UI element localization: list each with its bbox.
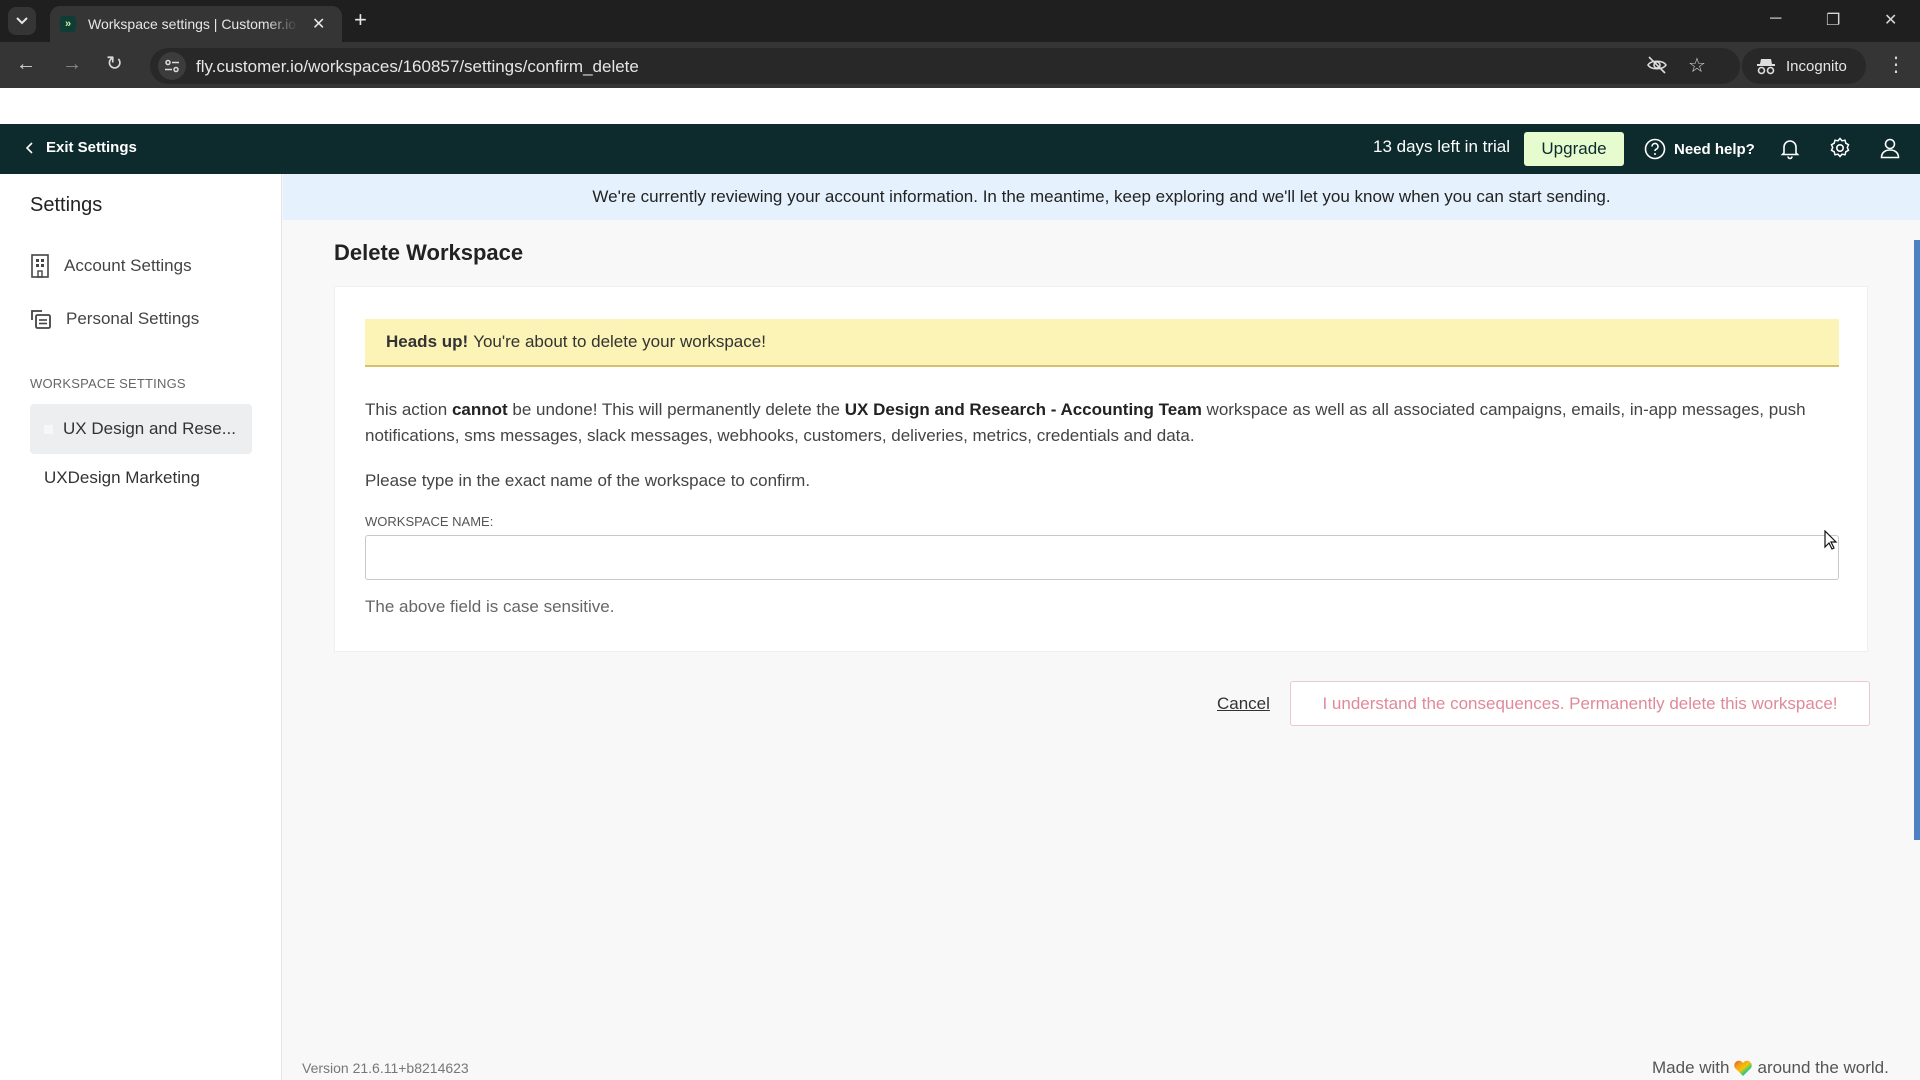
delete-workspace-card: Heads up! You're about to delete your wo…: [334, 286, 1868, 652]
exit-settings-link[interactable]: Exit Settings: [26, 139, 137, 156]
trial-status: 13 days left in trial: [1373, 137, 1511, 156]
made-with-post: around the world.: [1757, 1058, 1889, 1077]
reload-button[interactable]: ↻: [106, 52, 123, 76]
alert-text: You're about to delete your workspace!: [473, 332, 766, 351]
close-tab-icon[interactable]: ✕: [312, 14, 325, 34]
exit-settings-label: Exit Settings: [46, 139, 137, 156]
workspace-name-label: WORKSPACE NAME:: [365, 514, 494, 529]
case-sensitive-hint: The above field is case sensitive.: [365, 597, 615, 616]
banner-text: We're currently reviewing your account i…: [592, 187, 1611, 206]
warning-alert: Heads up! You're about to delete your wo…: [365, 319, 1839, 367]
workspace-settings-heading: WORKSPACE SETTINGS: [30, 376, 186, 391]
scrollbar-thumb[interactable]: [1914, 240, 1920, 840]
cards-icon: [31, 310, 51, 329]
customerio-favicon-icon: »: [60, 16, 76, 32]
upgrade-button[interactable]: Upgrade: [1524, 132, 1624, 166]
sidebar-item-label: Account Settings: [64, 256, 192, 275]
need-help-label: Need help?: [1674, 140, 1755, 158]
confirm-prompt: Please type in the exact name of the wor…: [365, 471, 811, 490]
rainbow-heart-icon: [1734, 1060, 1753, 1076]
user-icon[interactable]: [1878, 136, 1902, 160]
sidebar-title: Settings: [30, 194, 103, 216]
page-title: Delete Workspace: [334, 240, 524, 265]
tune-icon: [165, 59, 179, 73]
url-text[interactable]: fly.customer.io/workspaces/160857/settin…: [196, 57, 639, 77]
page-top-spacer: [0, 88, 1920, 124]
desc-emphasis: cannot: [451, 400, 508, 419]
browser-menu-kebab-icon[interactable]: ⋮: [1886, 52, 1906, 77]
settings-sidebar: Settings Account Settings Personal Setti…: [0, 174, 282, 1080]
cancel-link[interactable]: Cancel: [1217, 694, 1270, 714]
need-help-button[interactable]: Need help?: [1644, 138, 1755, 160]
sidebar-item-account-settings[interactable]: Account Settings: [30, 254, 192, 278]
sidebar-item-label: Personal Settings: [66, 309, 200, 328]
permanently-delete-button[interactable]: I understand the consequences. Permanent…: [1290, 681, 1870, 726]
forward-button[interactable]: →: [62, 52, 82, 76]
site-info-button[interactable]: [158, 52, 186, 80]
desc-text: This action: [365, 400, 452, 419]
browser-tab[interactable]: » Workspace settings | Customer.io ✕: [50, 6, 342, 42]
bookmark-star-icon[interactable]: ☆: [1688, 53, 1706, 78]
restore-icon[interactable]: ❐: [1826, 10, 1840, 30]
question-circle-icon: [1644, 138, 1666, 160]
bell-icon[interactable]: [1778, 136, 1802, 160]
workspace-color-swatch: [44, 424, 53, 434]
chevron-left-icon: [26, 141, 33, 154]
delete-description: This action cannot be undone! This will …: [365, 397, 1839, 449]
workspace-name-input[interactable]: [365, 535, 1839, 580]
browser-tab-bar: » Workspace settings | Customer.io ✕ + ─…: [0, 0, 1920, 42]
desc-text: be undone! This will permanently delete …: [507, 400, 845, 419]
gear-icon[interactable]: [1828, 136, 1852, 160]
version-text: Version 21.6.11+b8214623: [302, 1060, 469, 1076]
sidebar-workspace-item[interactable]: UXDesign Marketing: [44, 468, 200, 488]
address-bar[interactable]: fly.customer.io/workspaces/160857/settin…: [150, 48, 1740, 84]
sidebar-item-personal-settings[interactable]: Personal Settings: [30, 308, 199, 330]
incognito-icon: [1757, 59, 1775, 75]
workspace-name-emphasis: UX Design and Research - Accounting Team: [844, 400, 1202, 419]
tab-search-button[interactable]: [8, 7, 36, 35]
browser-toolbar: ← → ↻ fly.customer.io/workspaces/160857/…: [0, 42, 1920, 88]
chevron-down-icon: [16, 17, 28, 25]
new-tab-button[interactable]: +: [354, 9, 367, 31]
close-window-icon[interactable]: ✕: [1884, 10, 1897, 30]
tab-title: Workspace settings | Customer.io: [88, 16, 297, 32]
alert-strong: Heads up!: [386, 332, 469, 351]
eye-off-icon[interactable]: [1646, 56, 1668, 79]
mouse-cursor-icon: [1824, 530, 1838, 550]
minimize-icon[interactable]: ─: [1770, 10, 1781, 28]
building-icon: [31, 254, 49, 278]
incognito-label: Incognito: [1786, 57, 1847, 75]
back-button[interactable]: ←: [16, 52, 36, 76]
made-with-pre: Made with: [1652, 1058, 1730, 1077]
sidebar-workspace-active[interactable]: UX Design and Rese...: [30, 404, 252, 454]
account-review-banner: We're currently reviewing your account i…: [283, 174, 1920, 220]
workspace-label: UX Design and Rese...: [63, 419, 236, 438]
app-header: Exit Settings 13 days left in trial Upgr…: [0, 124, 1920, 174]
made-with-text: Made with around the world.: [1652, 1058, 1889, 1078]
incognito-indicator[interactable]: Incognito: [1742, 48, 1866, 84]
